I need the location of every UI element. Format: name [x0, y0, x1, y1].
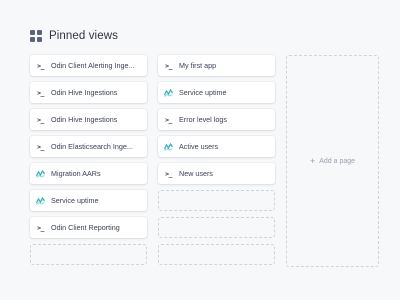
- plus-icon: +: [309, 155, 316, 166]
- pinned-card[interactable]: >_ Odin Hive Ingestions: [30, 109, 147, 130]
- chart-icon: [36, 196, 45, 205]
- pinned-card[interactable]: >_ Odin Hive Ingestions: [30, 82, 147, 103]
- chart-icon: [36, 169, 45, 178]
- chart-icon: [164, 88, 173, 97]
- pinned-card[interactable]: Migration AARs: [30, 163, 147, 184]
- pinned-views-page: Pinned views >_ Odin Client Alerting Ing…: [0, 0, 400, 300]
- pinned-card-label: Service uptime: [179, 88, 227, 97]
- pinned-card-label: Migration AARs: [51, 169, 101, 178]
- empty-slot[interactable]: [158, 190, 275, 211]
- chart-icon: [164, 142, 173, 151]
- pinned-views-header: Pinned views: [30, 30, 118, 42]
- pinned-card-label: Odin Elasticsearch Inge...: [51, 142, 133, 151]
- terminal-icon: >_: [37, 88, 44, 97]
- pinned-card[interactable]: >_ New users: [158, 163, 275, 184]
- grid-icon: [30, 30, 42, 42]
- terminal-icon: >_: [165, 115, 172, 124]
- empty-slot[interactable]: [30, 244, 147, 265]
- pinned-column-a: >_ Odin Client Alerting Inge... >_ Odin …: [30, 55, 147, 265]
- pinned-card-label: Error level logs: [179, 115, 227, 124]
- pinned-card-label: My first app: [179, 61, 217, 70]
- pinned-card-label: Odin Hive Ingestions: [51, 115, 118, 124]
- terminal-icon: >_: [37, 223, 44, 232]
- empty-slot[interactable]: [158, 244, 275, 265]
- pinned-card[interactable]: >_ Error level logs: [158, 109, 275, 130]
- pinned-card[interactable]: >_ Odin Client Alerting Inge...: [30, 55, 147, 76]
- add-page-label: Add a page: [319, 157, 356, 165]
- empty-slot[interactable]: [158, 217, 275, 238]
- terminal-icon: >_: [165, 169, 172, 178]
- pinned-card-label: Active users: [179, 142, 219, 151]
- terminal-icon: >_: [37, 61, 44, 70]
- terminal-icon: >_: [37, 115, 44, 124]
- pinned-card[interactable]: Service uptime: [30, 190, 147, 211]
- pinned-card[interactable]: Active users: [158, 136, 275, 157]
- terminal-icon: >_: [37, 142, 44, 151]
- page-title: Pinned views: [49, 30, 118, 42]
- pinned-card[interactable]: >_ Odin Client Reporting: [30, 217, 147, 238]
- pinned-card-label: Odin Client Alerting Inge...: [51, 61, 135, 70]
- pinned-card-label: Odin Hive Ingestions: [51, 88, 118, 97]
- pinned-card-label: New users: [179, 169, 213, 178]
- terminal-icon: >_: [165, 61, 172, 70]
- pinned-card[interactable]: Service uptime: [158, 82, 275, 103]
- pinned-card-label: Odin Client Reporting: [51, 223, 120, 232]
- pinned-card-label: Service uptime: [51, 196, 99, 205]
- pinned-card[interactable]: >_ My first app: [158, 55, 275, 76]
- add-page-button[interactable]: + Add a page: [286, 55, 379, 267]
- pinned-column-b: >_ My first app Service uptime >_ Error …: [158, 55, 275, 265]
- pinned-card[interactable]: >_ Odin Elasticsearch Inge...: [30, 136, 147, 157]
